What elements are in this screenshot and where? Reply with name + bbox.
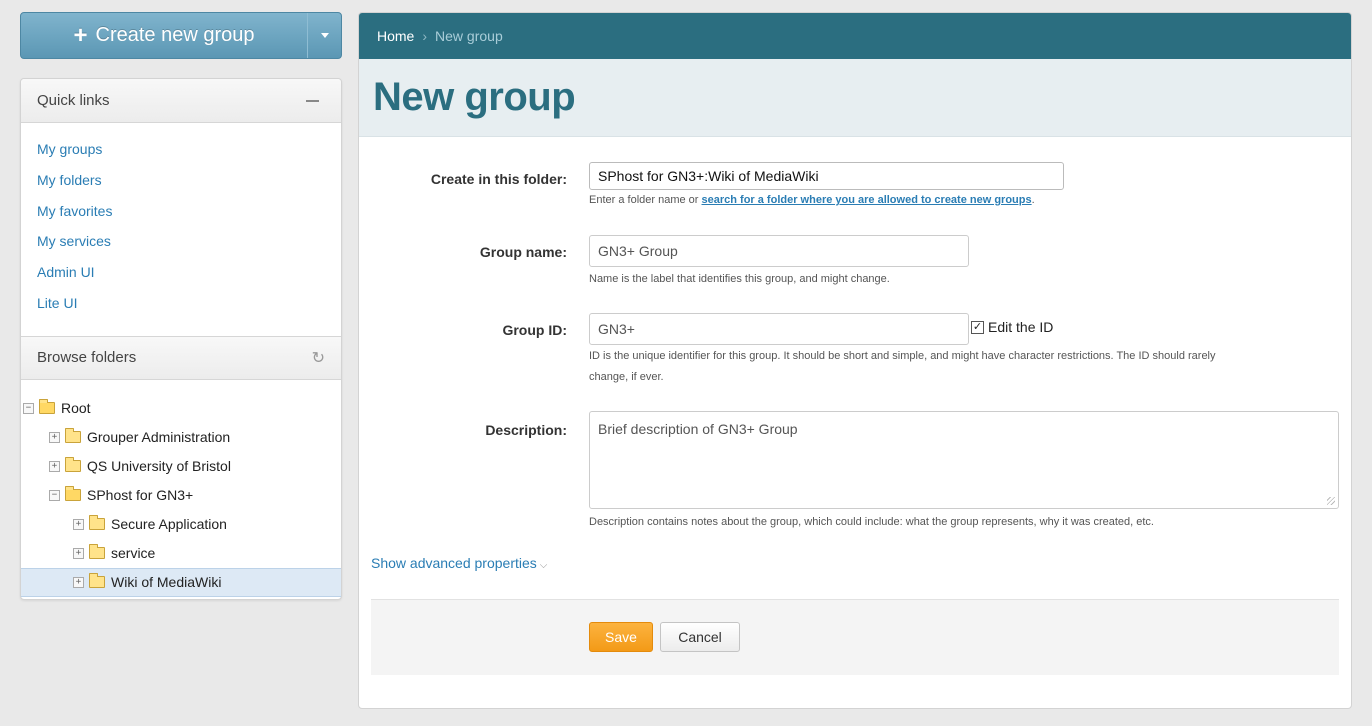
tree-item-label: service: [111, 545, 156, 562]
collapse-icon[interactable]: [306, 99, 319, 102]
quick-link-my-services[interactable]: My services: [37, 231, 325, 251]
tree-item-label: Grouper Administration: [87, 429, 231, 446]
quick-link-admin-ui[interactable]: Admin UI: [37, 262, 325, 282]
folder-input[interactable]: SPhost for GN3+:Wiki of MediaWiki: [589, 162, 1064, 190]
breadcrumb-home-link[interactable]: Home: [377, 28, 414, 44]
folder-help-suffix: .: [1031, 194, 1035, 206]
folder-icon: [65, 428, 81, 444]
group-id-help: ID is the unique identifier for this gro…: [589, 346, 1216, 388]
folder-open-icon: [65, 486, 81, 502]
tree-item-wiki-of-mediawiki[interactable]: + Wiki of MediaWiki: [21, 567, 341, 597]
group-name-input[interactable]: GN3+ Group: [589, 235, 969, 267]
folder-icon: [89, 544, 105, 560]
expand-toggle-icon[interactable]: +: [73, 518, 84, 530]
tree-item-service[interactable]: + service: [21, 539, 341, 568]
collapse-toggle-icon[interactable]: −: [23, 402, 34, 414]
tree-item-label: QS University of Bristol: [87, 458, 231, 475]
expand-toggle-icon[interactable]: +: [73, 547, 84, 559]
description-help: Description contains notes about the gro…: [589, 516, 1154, 528]
folder-tree: − Root + Grouper Administration + QS Uni…: [21, 380, 341, 597]
sidebar-panel: Quick links My groups My folders My favo…: [20, 78, 342, 600]
browse-folders-title: Browse folders: [37, 349, 137, 367]
folder-label: Create in this folder:: [430, 171, 567, 187]
group-name-help: Name is the label that identifies this g…: [589, 273, 890, 285]
group-id-help-line1: ID is the unique identifier for this gro…: [589, 350, 1216, 362]
folder-icon: [89, 573, 105, 589]
create-new-group-main[interactable]: + Create new group: [21, 13, 307, 58]
search-folder-link[interactable]: search for a folder where you are allowe…: [702, 194, 1032, 206]
expand-toggle-icon[interactable]: +: [49, 460, 60, 472]
folder-help-prefix: Enter a folder name or: [589, 194, 702, 206]
edit-id-checkbox[interactable]: ✓: [971, 320, 984, 334]
create-new-group-label: Create new group: [95, 24, 255, 46]
quick-link-my-favorites[interactable]: My favorites: [37, 201, 325, 221]
plus-icon: +: [73, 21, 88, 49]
description-textarea[interactable]: Brief description of GN3+ Group: [589, 411, 1339, 509]
quick-link-lite-ui[interactable]: Lite UI: [37, 293, 325, 313]
collapse-toggle-icon[interactable]: −: [49, 489, 60, 501]
edit-id-toggle[interactable]: ✓ Edit the ID: [971, 319, 1053, 335]
tree-item-grouper-administration[interactable]: + Grouper Administration: [21, 423, 341, 452]
tree-item-sphost-for-gn3[interactable]: − SPhost for GN3+: [21, 481, 341, 510]
tree-item-label: Wiki of MediaWiki: [111, 574, 222, 591]
tree-item-label: SPhost for GN3+: [87, 487, 194, 504]
chevron-down-icon: ⌵: [539, 560, 548, 571]
group-id-input[interactable]: GN3+: [589, 313, 969, 345]
page-title: New group: [373, 75, 576, 119]
description-label: Description:: [485, 422, 567, 438]
breadcrumb-current: New group: [435, 28, 503, 44]
show-advanced-link[interactable]: Show advanced properties ⌵: [371, 555, 547, 571]
quick-links-title: Quick links: [37, 92, 110, 109]
expand-toggle-icon[interactable]: +: [49, 431, 60, 443]
resize-grip-icon[interactable]: [1327, 497, 1335, 505]
folder-open-icon: [39, 399, 55, 415]
quick-links-header: Quick links: [21, 79, 341, 123]
save-button[interactable]: Save: [589, 622, 653, 652]
tree-item-root[interactable]: − Root: [21, 394, 341, 423]
group-name-label: Group name:: [479, 244, 567, 260]
breadcrumb: Home › New group: [359, 13, 1351, 59]
main-panel: Home › New group New group Create in thi…: [358, 12, 1352, 709]
create-dropdown-toggle[interactable]: [307, 13, 341, 58]
edit-id-label: Edit the ID: [988, 319, 1054, 335]
caret-down-icon: [320, 33, 329, 38]
group-id-help-line2: change, if ever.: [589, 371, 664, 383]
folder-icon: [65, 457, 81, 473]
tree-item-qs-university-of-bristol[interactable]: + QS University of Bristol: [21, 452, 341, 481]
refresh-icon[interactable]: ↻: [312, 348, 325, 368]
folder-help: Enter a folder name or search for a fold…: [589, 190, 1035, 211]
description-text: Brief description of GN3+ Group: [598, 421, 798, 437]
create-new-group-button[interactable]: + Create new group: [20, 12, 342, 59]
tree-item-secure-application[interactable]: + Secure Application: [21, 510, 341, 539]
tree-item-label: Root: [61, 400, 91, 417]
show-advanced-label: Show advanced properties: [371, 555, 537, 571]
title-bar: New group: [359, 59, 1351, 137]
group-id-label: Group ID:: [502, 322, 567, 338]
expand-toggle-icon[interactable]: +: [73, 576, 84, 588]
tree-item-label: Secure Application: [111, 516, 227, 533]
quick-link-my-folders[interactable]: My folders: [37, 170, 325, 190]
cancel-button[interactable]: Cancel: [660, 622, 740, 652]
browse-folders-header: Browse folders ↻: [21, 335, 341, 380]
quick-links-list: My groups My folders My favorites My ser…: [21, 123, 341, 336]
breadcrumb-separator: ›: [422, 28, 428, 44]
folder-icon: [89, 515, 105, 531]
quick-link-my-groups[interactable]: My groups: [37, 139, 325, 159]
form-actions: Save Cancel: [371, 599, 1339, 675]
